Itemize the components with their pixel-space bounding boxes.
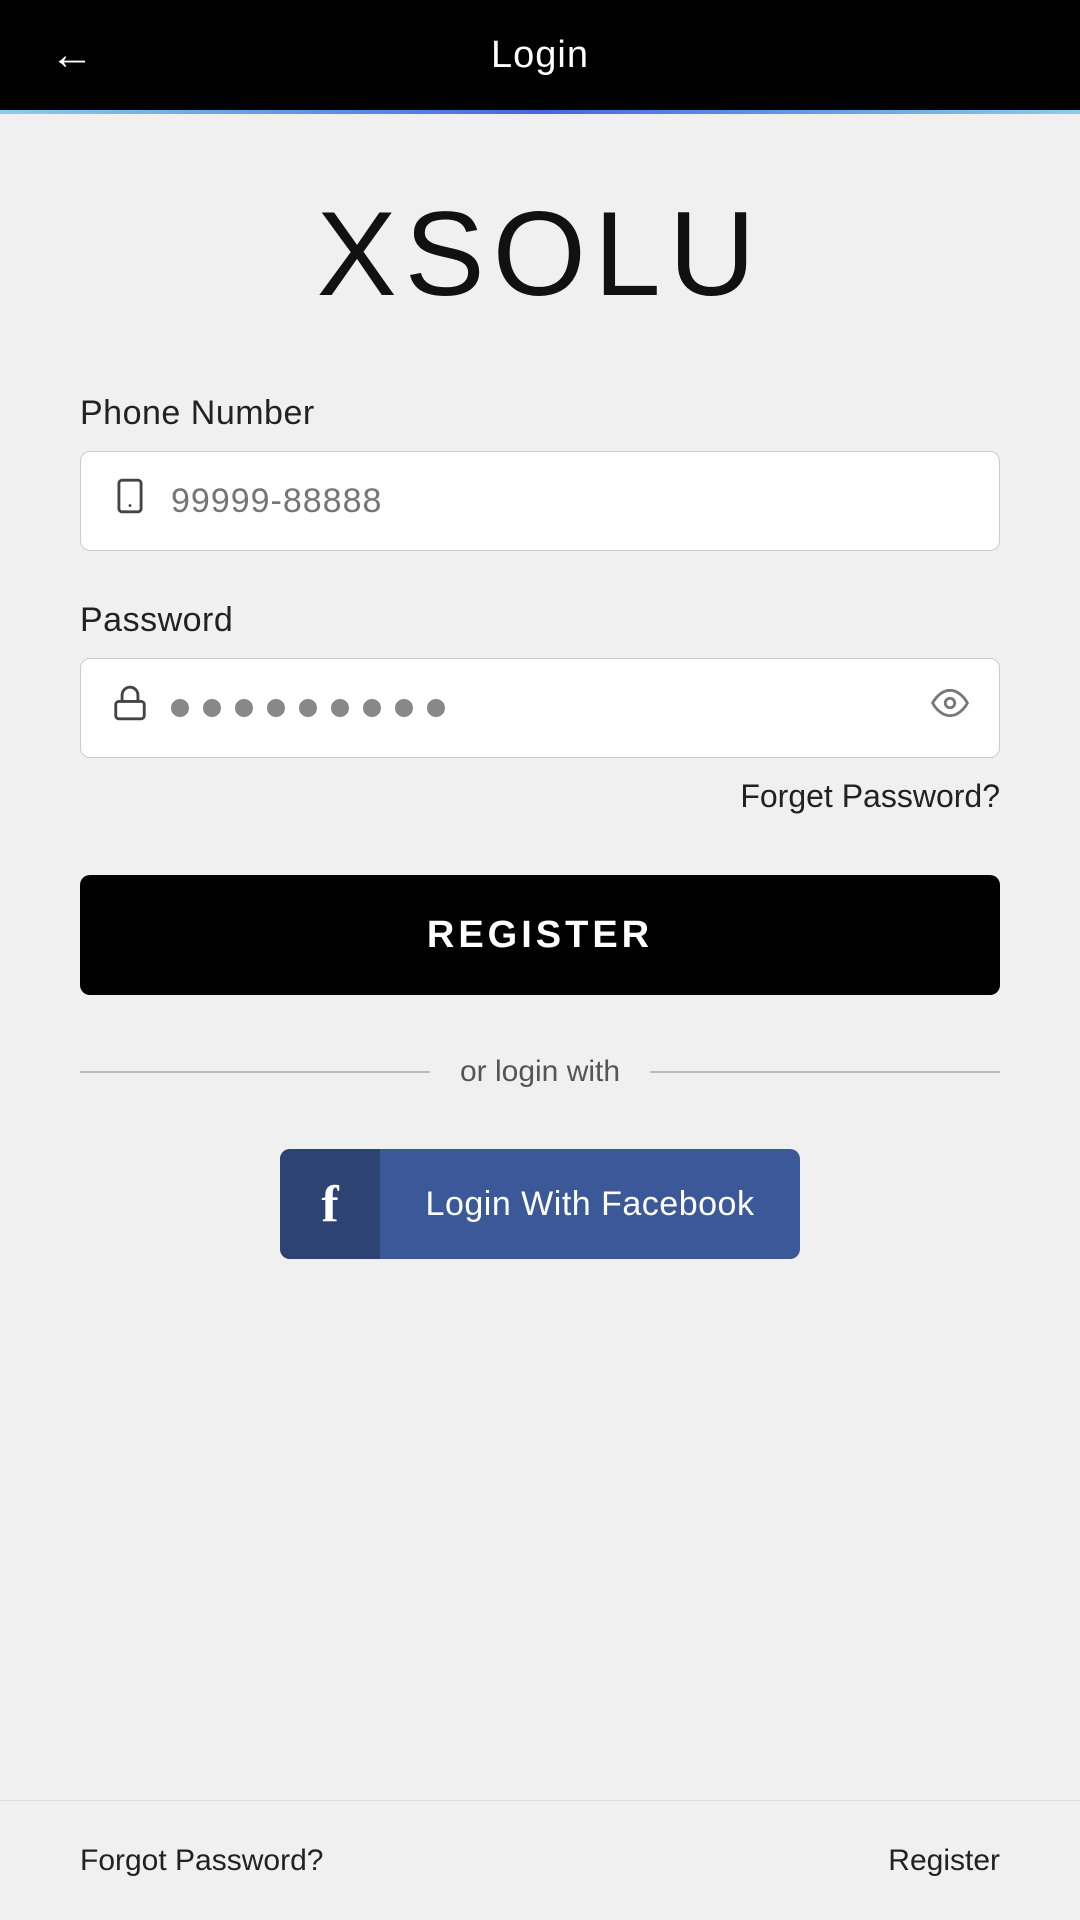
password-input-wrapper xyxy=(80,658,1000,758)
forget-password-inline[interactable]: Forget Password? xyxy=(80,778,1000,815)
phone-label: Phone Number xyxy=(80,394,1000,433)
phone-input[interactable] xyxy=(171,482,969,521)
footer-forgot-password[interactable]: Forgot Password? xyxy=(80,1844,323,1878)
facebook-login-button[interactable]: f Login With Facebook xyxy=(280,1149,800,1259)
facebook-icon-section: f xyxy=(280,1149,380,1259)
divider-text: or login with xyxy=(430,1055,650,1089)
phone-input-wrapper xyxy=(80,451,1000,551)
form-section: Phone Number Password xyxy=(80,394,1000,1259)
register-button[interactable]: REGISTER xyxy=(80,875,1000,995)
password-label: Password xyxy=(80,601,1000,640)
facebook-button-label: Login With Facebook xyxy=(380,1185,800,1224)
divider: or login with xyxy=(80,1055,1000,1089)
footer-register[interactable]: Register xyxy=(888,1844,1000,1878)
facebook-icon: f xyxy=(321,1175,338,1234)
divider-line-left xyxy=(80,1071,430,1073)
forget-password-text[interactable]: Forget Password? xyxy=(740,778,1000,814)
logo-container: XSOLU xyxy=(317,194,764,314)
divider-line-right xyxy=(650,1071,1000,1073)
phone-icon xyxy=(111,477,149,525)
back-button[interactable]: ← xyxy=(50,33,94,77)
logo-text: XSOLU xyxy=(317,187,764,321)
show-password-icon[interactable] xyxy=(931,684,969,732)
password-dots xyxy=(171,699,445,717)
main-content: XSOLU Phone Number Password xyxy=(0,114,1080,1800)
footer: Forgot Password? Register xyxy=(0,1800,1080,1920)
header-title: Login xyxy=(491,34,589,77)
header: ← Login xyxy=(0,0,1080,110)
lock-icon xyxy=(111,684,149,732)
